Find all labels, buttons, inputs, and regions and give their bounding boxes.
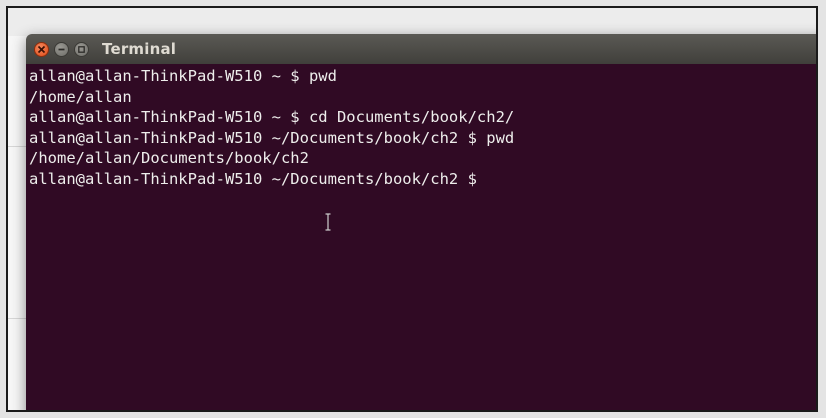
close-icon [37,45,46,53]
background-divider [8,146,26,147]
maximize-icon [78,45,85,53]
minimize-button[interactable] [54,41,69,57]
close-button[interactable] [34,41,49,57]
terminal-line: allan@allan-ThinkPad-W510 ~/Documents/bo… [29,128,515,147]
terminal-window[interactable]: Terminal allan@allan-ThinkPad-W510 ~ $ p… [26,34,816,410]
terminal-line: /home/allan [29,87,132,106]
text-cursor-icon [325,213,331,231]
background-divider [8,318,26,319]
terminal-prompt-line[interactable]: allan@allan-ThinkPad-W510 ~/Documents/bo… [29,169,816,190]
terminal-line: /home/allan/Documents/book/ch2 [29,149,309,167]
terminal-output[interactable]: allan@allan-ThinkPad-W510 ~ $ pwd /home/… [26,64,816,410]
maximize-button[interactable] [74,41,89,57]
terminal-titlebar[interactable]: Terminal [26,34,816,64]
minimize-icon [58,48,65,50]
terminal-line: allan@allan-ThinkPad-W510 ~ $ cd Documen… [29,108,515,126]
screenshot-frame: Terminal allan@allan-ThinkPad-W510 ~ $ p… [6,6,818,412]
terminal-line: allan@allan-ThinkPad-W510 ~ $ pwd [29,67,337,85]
window-title: Terminal [102,40,177,58]
